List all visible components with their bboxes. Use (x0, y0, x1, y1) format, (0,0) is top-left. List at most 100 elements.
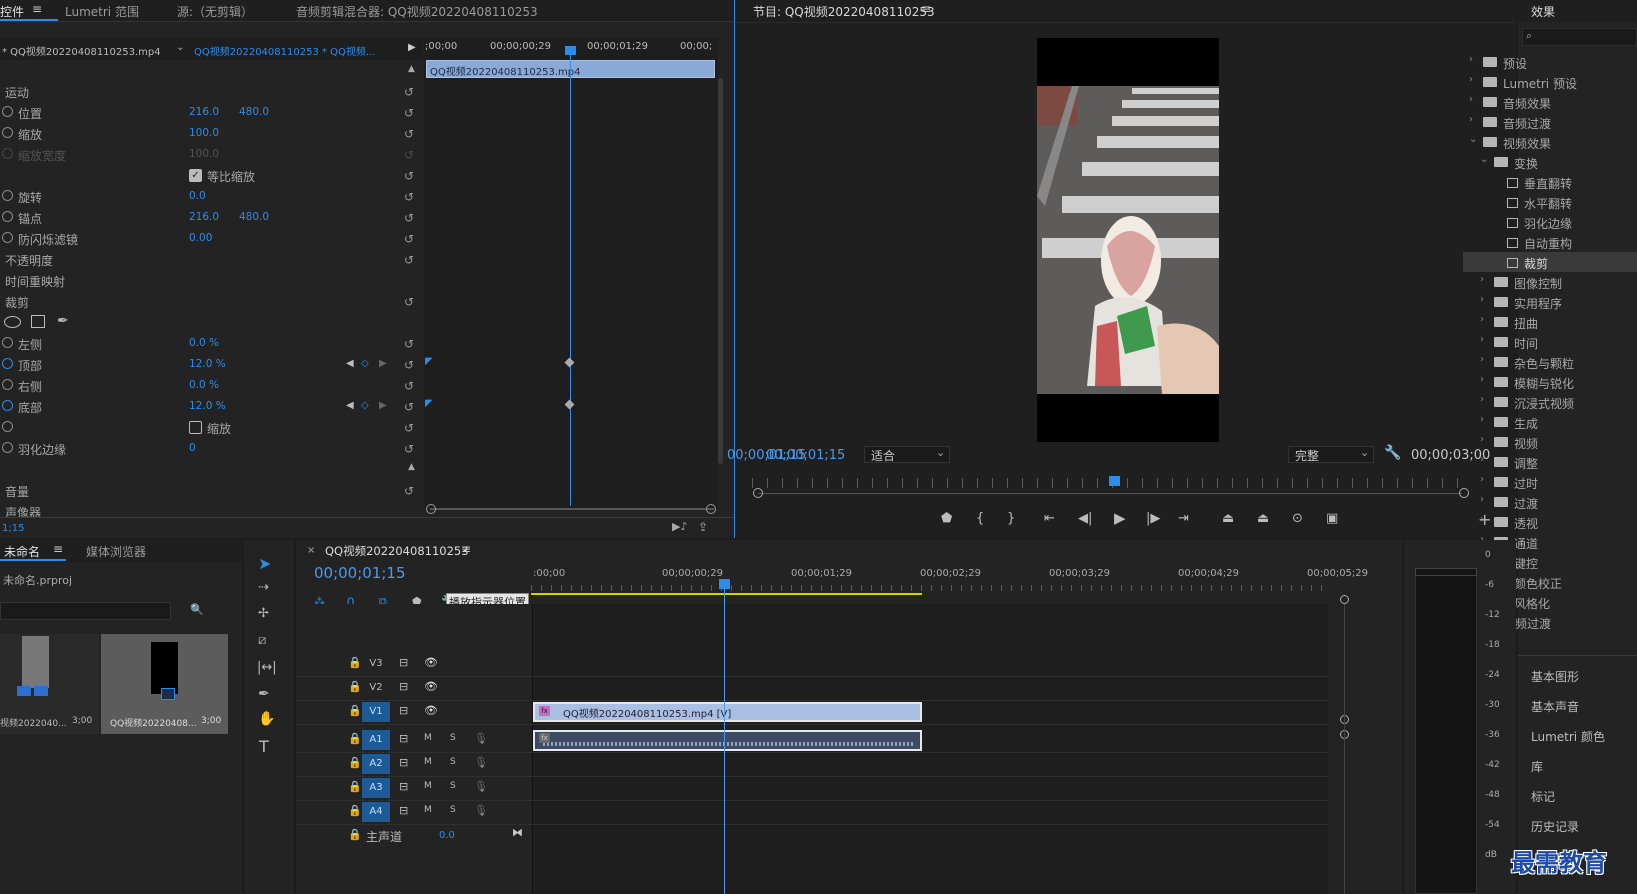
ec-zoom-right-handle[interactable] (706, 504, 716, 514)
stopwatch-icon[interactable] (2, 232, 13, 243)
mute-button[interactable]: M (424, 781, 432, 791)
rectangle-mask-icon[interactable] (31, 315, 45, 328)
effects-tree-item[interactable]: › 过渡 (1463, 492, 1637, 512)
reset-icon[interactable]: ↺ (404, 442, 414, 456)
effects-title[interactable]: 效果 (1531, 3, 1555, 20)
tab-project[interactable]: 未命名 (4, 543, 40, 560)
time-remap-row[interactable]: 时间重映射 (0, 270, 423, 291)
effects-tree-item[interactable]: ⌄ 变换 (1463, 152, 1637, 172)
lift-icon[interactable]: ⏏ (1222, 511, 1234, 526)
sync-lock-icon[interactable]: ⊟ (399, 804, 408, 817)
add-keyframe-icon[interactable]: ◇ (361, 358, 369, 369)
effects-tree-item[interactable]: › 模糊与锐化 (1463, 372, 1637, 392)
ellipse-mask-icon[interactable] (4, 316, 21, 328)
rotation-value[interactable]: 0.0 (189, 190, 206, 202)
effects-tree-item[interactable]: › 实用程序 (1463, 292, 1637, 312)
effects-search-input[interactable] (1522, 28, 1637, 46)
effects-tree-item[interactable]: › 视频 (1463, 432, 1637, 452)
volume-row[interactable]: 音量 ↺ (0, 480, 423, 501)
reset-icon[interactable]: ↺ (404, 295, 414, 309)
go-to-out-icon[interactable]: ⇥ (1178, 511, 1189, 526)
mark-out-icon[interactable]: } (1007, 511, 1015, 526)
microphone-icon[interactable]: 🎙 (474, 756, 488, 769)
mark-in-icon[interactable]: { (976, 511, 984, 526)
tab-media-browser[interactable]: 媒体浏览器 (86, 543, 146, 560)
crop-top-row[interactable]: 顶部 12.0 % ◀ ◇ ▶ ↺ (0, 354, 423, 375)
solo-button[interactable]: S (450, 757, 456, 767)
crop-right-row[interactable]: 右侧 0.0 % ↺ (0, 375, 423, 396)
tab-menu-icon[interactable]: ≡ (32, 2, 42, 16)
step-back-icon[interactable]: ◀| (1078, 511, 1092, 526)
add-keyframe-icon[interactable]: ◇ (361, 400, 369, 411)
export-frame-icon[interactable]: ▶♪ (672, 520, 687, 533)
selection-tool-icon[interactable]: ➤ (258, 554, 271, 573)
share-icon[interactable]: ⇪ (698, 520, 708, 534)
tab-effect-controls[interactable]: 控件 (0, 3, 24, 20)
anchor-y[interactable]: 480.0 (239, 211, 269, 223)
chevron-down-icon[interactable]: ⌄ (1480, 154, 1488, 165)
crop-header-row[interactable]: 裁剪 ↺ (0, 291, 423, 312)
crop-top-value[interactable]: 12.0 % (189, 358, 226, 370)
lock-icon[interactable]: 🔒 (348, 780, 362, 793)
chevron-right-icon[interactable]: › (1480, 274, 1484, 285)
mute-button[interactable]: M (424, 757, 432, 767)
chevron-right-icon[interactable]: › (1480, 294, 1484, 305)
reset-icon[interactable]: ↺ (404, 232, 414, 246)
ec-footer-timecode[interactable]: 1;15 (2, 523, 24, 534)
uniform-scale-row[interactable]: ✓ 等比缩放 ↺ (0, 165, 423, 186)
microphone-icon[interactable]: 🎙 (474, 780, 488, 793)
next-keyframe-icon[interactable]: ▶ (379, 358, 387, 369)
rotation-row[interactable]: 旋转 0.0 ↺ (0, 186, 423, 207)
effects-tree-item[interactable]: ⌄ 视频效果 (1463, 132, 1637, 152)
crop-zoom-checkbox[interactable] (189, 421, 202, 434)
stopwatch-icon[interactable] (2, 358, 13, 369)
reset-icon[interactable]: ↺ (404, 421, 414, 435)
ec-playhead-head[interactable] (565, 46, 576, 55)
stopwatch-icon[interactable] (2, 379, 13, 390)
position-y[interactable]: 480.0 (239, 106, 269, 118)
reset-icon[interactable]: ↺ (404, 358, 414, 372)
reset-icon[interactable]: ↺ (404, 253, 414, 267)
stopwatch-icon[interactable] (2, 211, 13, 222)
ec-scrollbar[interactable] (718, 78, 723, 464)
lock-icon[interactable]: 🔒 (348, 656, 362, 669)
anchor-row[interactable]: 锚点 216.0 480.0 ↺ (0, 207, 423, 228)
program-scrub-left-handle[interactable] (753, 488, 763, 498)
prev-keyframe-icon[interactable]: ◀ (346, 400, 354, 411)
program-title[interactable]: 节目: QQ视频20220408110253 (753, 3, 935, 20)
effects-tree-item[interactable]: › 沉浸式视频 (1463, 392, 1637, 412)
play-icon[interactable]: ▶ (1114, 509, 1126, 527)
stopwatch-icon[interactable] (2, 442, 13, 453)
chevron-right-icon[interactable]: › (1480, 414, 1484, 425)
mute-button[interactable]: M (424, 805, 432, 815)
properties-collapse[interactable]: ▲ (408, 64, 415, 74)
program-menu-icon[interactable]: ≡ (921, 2, 931, 16)
reset-icon[interactable]: ↺ (404, 337, 414, 351)
effects-tree-item[interactable]: › 杂色与颗粒 (1463, 352, 1637, 372)
stopwatch-icon[interactable] (2, 421, 13, 432)
reset-icon[interactable]: ↺ (404, 106, 414, 120)
reset-icon[interactable]: ↺ (404, 169, 414, 183)
reset-icon[interactable]: ↺ (404, 190, 414, 204)
find-icon[interactable]: 🔍 (190, 603, 204, 616)
flicker-row[interactable]: 防闪烁滤镜 0.00 ↺ (0, 228, 423, 249)
chevron-right-icon[interactable]: › (1480, 474, 1484, 485)
project-item-2[interactable]: QQ视频20220408... 3;00 (101, 634, 228, 734)
pen-tool-icon[interactable]: ✒ (258, 686, 270, 702)
reset-icon[interactable]: ↺ (404, 379, 414, 393)
lock-icon[interactable]: 🔒 (348, 828, 362, 841)
effects-tree-item[interactable]: › Lumetri 预设 (1463, 72, 1637, 92)
project-search-input[interactable] (0, 602, 171, 620)
comparison-view-icon[interactable]: ▣ (1326, 511, 1338, 526)
crop-zoom-row[interactable]: 缩放 ↺ (0, 417, 423, 438)
tab-audio-clip-mixer[interactable]: 音频剪辑混合器: QQ视频20220408110253 (296, 3, 538, 20)
project-item-1[interactable]: 视频2022040... 3;00 (0, 634, 99, 734)
effects-tree-item[interactable]: › 音频效果 (1463, 92, 1637, 112)
lock-icon[interactable]: 🔒 (348, 704, 362, 717)
track-header-a2[interactable]: 🔒 A2 ⊟ M S 🎙 (296, 753, 1328, 777)
chevron-right-icon[interactable]: › (1480, 354, 1484, 365)
chevron-right-icon[interactable]: › (1480, 514, 1484, 525)
crop-right-value[interactable]: 0.0 % (189, 379, 219, 391)
reset-icon[interactable]: ↺ (404, 85, 414, 99)
chevron-right-icon[interactable]: › (1480, 454, 1484, 465)
